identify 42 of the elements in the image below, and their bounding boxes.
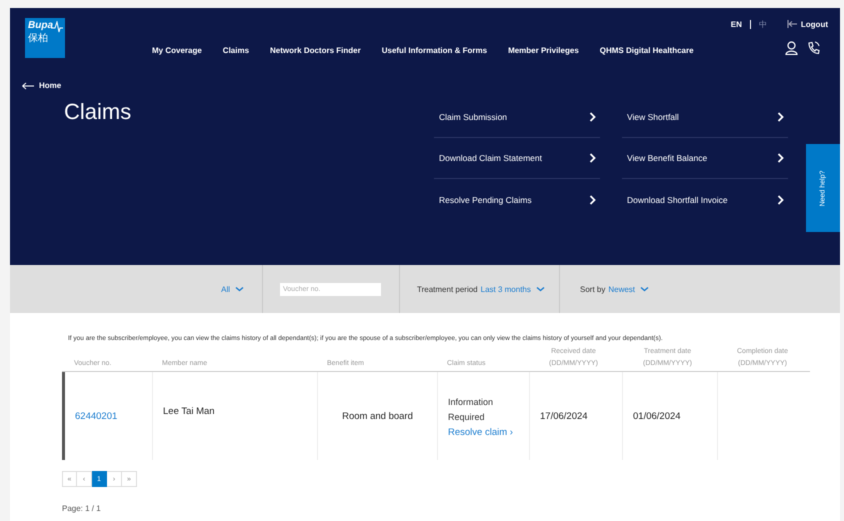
- caret-down-icon: [640, 286, 650, 292]
- bupa-logo[interactable]: Bupa 保柏: [25, 18, 65, 58]
- nav-link[interactable]: Useful Information & Forms: [382, 46, 488, 55]
- claim-status: Information Required: [448, 396, 494, 424]
- quick-link[interactable]: Download Shortfall Invoice: [622, 179, 788, 220]
- nav-link[interactable]: Claims: [222, 46, 250, 55]
- chevron-right-icon: [777, 112, 784, 122]
- quick-link[interactable]: Claim Submission: [434, 97, 600, 138]
- chevron-right-icon: [589, 112, 596, 122]
- arrow-left-icon: [22, 82, 34, 90]
- chevron-right-icon: [589, 153, 596, 163]
- caret-down-icon: [235, 286, 244, 292]
- chevron-right-icon: [589, 194, 596, 204]
- voucher-link[interactable]: 62440201: [75, 410, 118, 422]
- language-link[interactable]: EN: [730, 20, 742, 28]
- quick-link[interactable]: View Shortfall: [622, 97, 788, 138]
- page-title: Claims: [64, 99, 132, 126]
- table-cell: Lee Tai Man: [163, 406, 215, 417]
- phone-icon: [807, 40, 820, 54]
- logout-link[interactable]: Logout: [786, 20, 828, 28]
- quick-link[interactable]: View Benefit Balance: [622, 138, 788, 179]
- user-icon: [785, 40, 798, 54]
- nav-link[interactable]: My Coverage: [152, 46, 202, 55]
- filter-label: Treatment period: [417, 284, 478, 294]
- nav-link[interactable]: QHMS Digital Healthcare: [600, 46, 694, 55]
- page-info: Page: 1 / 1: [62, 504, 102, 513]
- filter-label: Sort by: [580, 284, 606, 294]
- caret-down-icon: [536, 286, 545, 292]
- language-link[interactable]: 中: [758, 18, 767, 30]
- chevron-right-icon: [777, 153, 784, 163]
- chevron-right-icon: [777, 194, 784, 204]
- quick-link[interactable]: Resolve Pending Claims: [434, 179, 600, 220]
- back-link[interactable]: Home: [22, 81, 62, 90]
- logout-icon: [786, 20, 797, 28]
- quick-link[interactable]: Download Claim Statement: [434, 138, 600, 179]
- nav-link[interactable]: Member Privileges: [508, 46, 579, 55]
- heartbeat-icon: [51, 21, 63, 33]
- table-cell: 17/06/2024: [540, 410, 588, 422]
- table-cell: Room and board: [342, 410, 413, 422]
- resolve-claim-link[interactable]: Resolve claim ›: [448, 426, 513, 438]
- table-cell: 01/06/2024: [633, 410, 681, 422]
- nav-link[interactable]: Network Doctors Finder: [270, 46, 361, 55]
